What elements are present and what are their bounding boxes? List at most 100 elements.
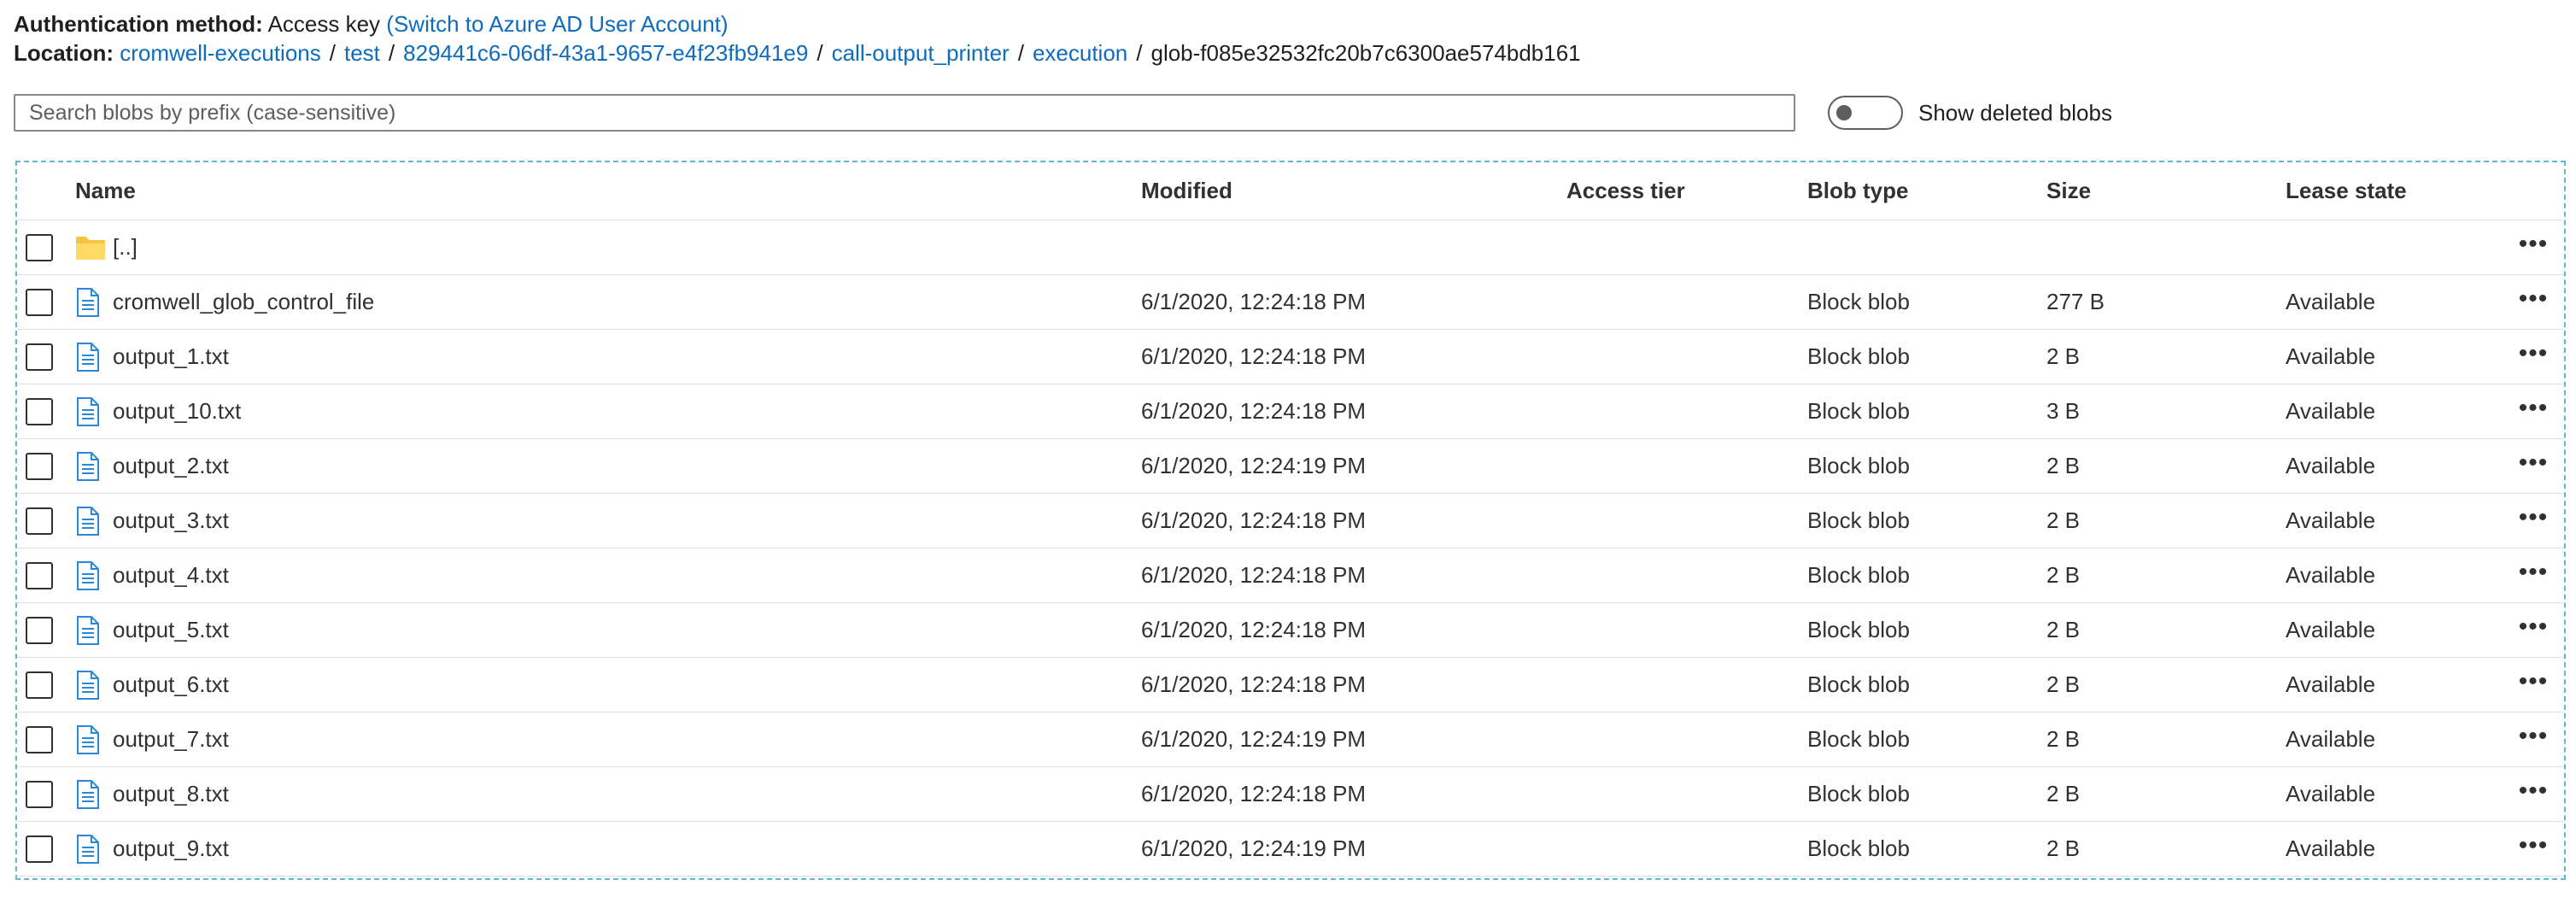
more-icon: ••• bbox=[2518, 721, 2549, 750]
breadcrumb-container[interactable]: cromwell-executions bbox=[120, 40, 321, 66]
row-checkbox-cell bbox=[26, 220, 60, 274]
more-actions-button[interactable]: ••• bbox=[2516, 822, 2550, 876]
name-cell: output_1.txt bbox=[75, 330, 229, 384]
more-actions-button[interactable]: ••• bbox=[2516, 548, 2550, 602]
lease-state-cell: Available bbox=[2286, 835, 2376, 861]
breadcrumb-separator: / bbox=[329, 40, 336, 66]
blob-name[interactable]: output_5.txt bbox=[113, 617, 229, 643]
modified-cell: 6/1/2020, 12:24:18 PM bbox=[1141, 398, 1367, 424]
size-cell: 2 B bbox=[2046, 781, 2081, 806]
file-icon bbox=[75, 285, 113, 320]
switch-auth-link[interactable]: (Switch to Azure AD User Account) bbox=[386, 11, 728, 37]
blob-name[interactable]: output_1.txt bbox=[113, 343, 229, 370]
more-icon: ••• bbox=[2518, 338, 2549, 367]
row-checkbox[interactable] bbox=[26, 725, 53, 753]
blob-type-cell: Block blob bbox=[1807, 671, 1910, 697]
size-cell: 2 B bbox=[2046, 562, 2081, 588]
row-checkbox[interactable] bbox=[26, 835, 53, 863]
blob-type-cell: Block blob bbox=[1807, 617, 1910, 642]
search-input[interactable] bbox=[14, 94, 1795, 132]
size-cell: 2 B bbox=[2046, 835, 2081, 861]
blob-name[interactable]: output_4.txt bbox=[113, 562, 229, 589]
row-checkbox-cell bbox=[26, 712, 60, 766]
modified-cell: 6/1/2020, 12:24:18 PM bbox=[1141, 289, 1367, 314]
column-header-lease-state[interactable]: Lease state bbox=[2286, 162, 2407, 220]
more-actions-button[interactable]: ••• bbox=[2516, 712, 2550, 766]
more-icon: ••• bbox=[2518, 776, 2549, 805]
lease-state-cell: Available bbox=[2286, 289, 2376, 314]
file-icon bbox=[75, 613, 113, 648]
table-row[interactable]: output_3.txt 6/1/2020, 12:24:18 PM Block b… bbox=[17, 494, 2564, 548]
more-actions-button[interactable]: ••• bbox=[2516, 439, 2550, 493]
table-row[interactable]: output_10.txt 6/1/2020, 12:24:18 PM Block … bbox=[17, 384, 2564, 439]
breadcrumb-separator: / bbox=[1017, 40, 1024, 66]
lease-state-cell: Available bbox=[2286, 671, 2376, 697]
blob-name[interactable]: cromwell_glob_control_file bbox=[113, 289, 374, 315]
blob-name[interactable]: output_6.txt bbox=[113, 671, 229, 698]
table-row[interactable]: output_8.txt 6/1/2020, 12:24:18 PM Block b… bbox=[17, 767, 2564, 822]
more-actions-button[interactable]: ••• bbox=[2516, 494, 2550, 548]
more-actions-button[interactable]: ••• bbox=[2516, 275, 2550, 329]
blob-name[interactable]: output_2.txt bbox=[113, 453, 229, 479]
more-actions-button[interactable]: ••• bbox=[2516, 603, 2550, 657]
show-deleted-toggle[interactable] bbox=[1828, 96, 1903, 130]
breadcrumb-current: glob-f085e32532fc20b7c6300ae574bdb161 bbox=[1150, 40, 1581, 66]
more-icon: ••• bbox=[2518, 229, 2549, 258]
lease-state-cell: Available bbox=[2286, 726, 2376, 752]
blob-name[interactable]: output_8.txt bbox=[113, 781, 229, 807]
modified-cell: 6/1/2020, 12:24:18 PM bbox=[1141, 617, 1367, 642]
row-checkbox[interactable] bbox=[26, 343, 53, 371]
table-row[interactable]: output_5.txt 6/1/2020, 12:24:18 PM Block b… bbox=[17, 603, 2564, 658]
row-checkbox[interactable] bbox=[26, 452, 53, 480]
size-cell: 2 B bbox=[2046, 726, 2081, 752]
more-icon: ••• bbox=[2518, 557, 2549, 586]
row-checkbox[interactable] bbox=[26, 397, 53, 425]
name-cell: output_4.txt bbox=[75, 548, 229, 602]
blob-name[interactable]: output_3.txt bbox=[113, 507, 229, 534]
blob-type-cell: Block blob bbox=[1807, 835, 1910, 861]
row-checkbox[interactable] bbox=[26, 233, 53, 261]
table-row[interactable]: output_9.txt 6/1/2020, 12:24:19 PM Block b… bbox=[17, 822, 2564, 876]
table-row[interactable]: output_1.txt 6/1/2020, 12:24:18 PM Block b… bbox=[17, 330, 2564, 384]
lease-state-cell: Available bbox=[2286, 507, 2376, 533]
location-label: Location: bbox=[14, 40, 114, 66]
row-checkbox-cell bbox=[26, 330, 60, 384]
more-actions-button[interactable]: ••• bbox=[2516, 384, 2550, 438]
row-checkbox[interactable] bbox=[26, 616, 53, 644]
more-actions-button[interactable]: ••• bbox=[2516, 220, 2550, 274]
modified-cell: 6/1/2020, 12:24:19 PM bbox=[1141, 726, 1367, 752]
row-checkbox[interactable] bbox=[26, 507, 53, 535]
row-checkbox[interactable] bbox=[26, 780, 53, 808]
blob-name[interactable]: output_9.txt bbox=[113, 835, 229, 862]
blob-name[interactable]: output_10.txt bbox=[113, 398, 241, 425]
more-actions-button[interactable]: ••• bbox=[2516, 767, 2550, 821]
table-row[interactable]: output_6.txt 6/1/2020, 12:24:18 PM Block b… bbox=[17, 658, 2564, 712]
parent-folder-link[interactable]: [..] bbox=[113, 234, 138, 261]
table-row[interactable]: cromwell_glob_control_file 6/1/2020, 12:2… bbox=[17, 275, 2564, 330]
more-actions-button[interactable]: ••• bbox=[2516, 330, 2550, 384]
row-checkbox-cell bbox=[26, 384, 60, 438]
breadcrumb-test[interactable]: test bbox=[344, 40, 380, 66]
auth-method-line: Authentication method: Access key (Switc… bbox=[14, 10, 729, 38]
more-icon: ••• bbox=[2518, 666, 2549, 695]
table-row-parent[interactable]: [..] ••• bbox=[17, 220, 2564, 275]
table-row[interactable]: output_4.txt 6/1/2020, 12:24:18 PM Block b… bbox=[17, 548, 2564, 603]
row-checkbox-cell bbox=[26, 275, 60, 329]
column-header-access-tier[interactable]: Access tier bbox=[1566, 162, 1685, 220]
column-header-name[interactable]: Name bbox=[75, 162, 136, 220]
blob-name[interactable]: output_7.txt bbox=[113, 726, 229, 753]
row-checkbox[interactable] bbox=[26, 671, 53, 699]
breadcrumb-call-output-printer[interactable]: call-output_printer bbox=[832, 40, 1010, 66]
column-header-blob-type[interactable]: Blob type bbox=[1807, 162, 1908, 220]
column-header-modified[interactable]: Modified bbox=[1141, 162, 1232, 220]
breadcrumb-workflow-id[interactable]: 829441c6-06df-43a1-9657-e4f23fb941e9 bbox=[403, 40, 808, 66]
more-actions-button[interactable]: ••• bbox=[2516, 658, 2550, 712]
row-checkbox[interactable] bbox=[26, 561, 53, 589]
table-row[interactable]: output_2.txt 6/1/2020, 12:24:19 PM Block b… bbox=[17, 439, 2564, 494]
column-header-size[interactable]: Size bbox=[2046, 162, 2091, 220]
table-row[interactable]: output_7.txt 6/1/2020, 12:24:19 PM Block b… bbox=[17, 712, 2564, 767]
name-cell: cromwell_glob_control_file bbox=[75, 275, 374, 329]
breadcrumb-execution[interactable]: execution bbox=[1033, 40, 1127, 66]
row-checkbox[interactable] bbox=[26, 288, 53, 316]
size-cell: 2 B bbox=[2046, 617, 2081, 642]
